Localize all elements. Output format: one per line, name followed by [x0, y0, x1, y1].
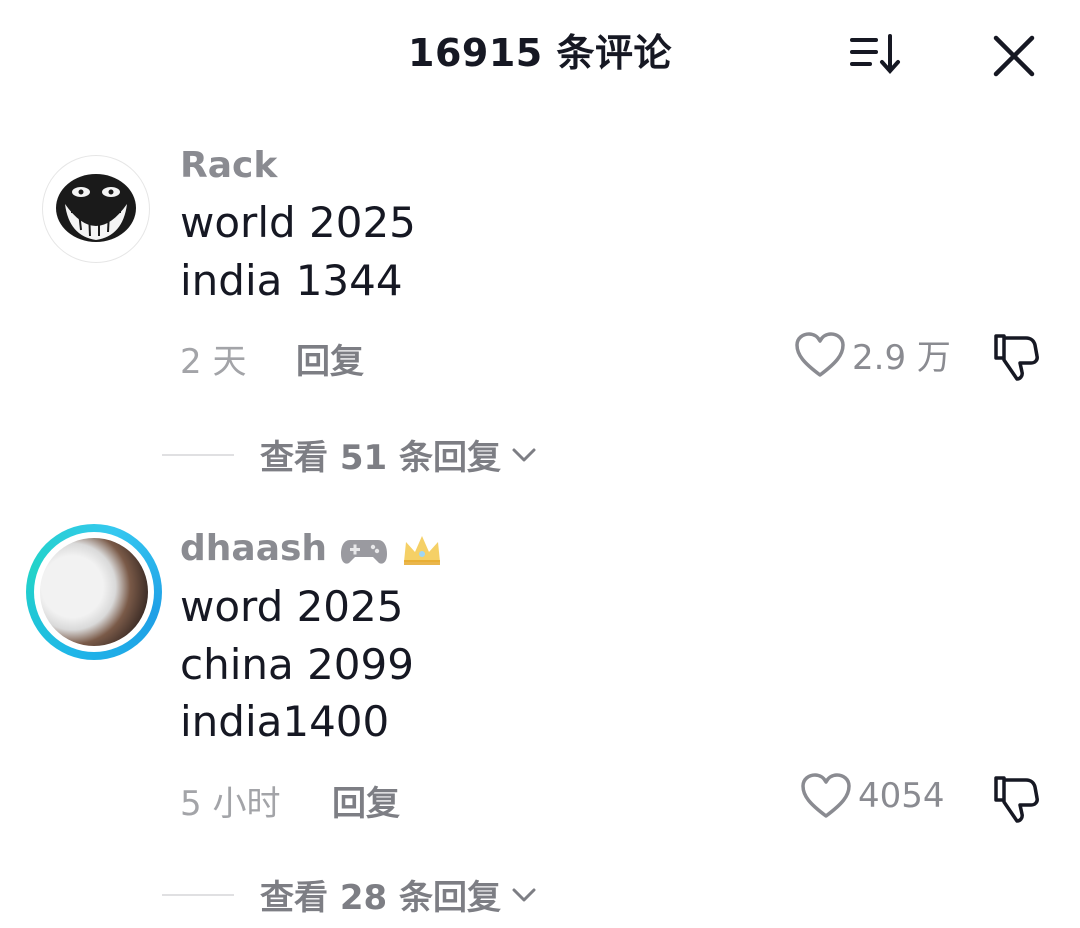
thumbs-down-icon — [994, 776, 1039, 823]
thumbs-down-icon — [994, 334, 1039, 381]
view-replies-label: 查看 28 条回复 — [260, 878, 501, 918]
comment-timestamp: 2 天 — [180, 342, 247, 382]
comment-text-line: word 2025 — [180, 582, 404, 631]
user-avatar[interactable] — [26, 524, 162, 660]
reply-button[interactable]: 回复 — [332, 776, 400, 825]
view-replies-button[interactable]: 查看 51 条回复 — [162, 430, 537, 479]
comment-text-line: india 1344 — [180, 256, 403, 305]
like-count: 2.9 万 — [852, 338, 951, 378]
like-button[interactable]: 4054 — [800, 772, 945, 820]
dislike-button[interactable] — [990, 772, 1042, 828]
comments-panel: 16915 条评论 Rack world 2025 india 1344 2 天… — [0, 0, 1080, 928]
avatar-ring-gap — [34, 532, 154, 652]
heart-icon — [795, 331, 845, 377]
gamepad-emoji-icon — [340, 540, 387, 564]
photo-avatar — [40, 538, 148, 646]
comment-text-line: china 2099 — [180, 640, 414, 689]
comment-username[interactable]: Rack — [180, 145, 277, 186]
chevron-down-icon — [512, 448, 536, 461]
comment-username-text: dhaash — [180, 528, 328, 569]
divider-line — [162, 893, 234, 896]
sort-button[interactable] — [846, 30, 906, 80]
comment-text-line: world 2025 — [180, 198, 416, 247]
chevron-down-icon — [512, 888, 536, 901]
divider-line — [162, 453, 234, 456]
view-replies-button[interactable]: 查看 28 条回复 — [162, 870, 537, 919]
crown-emoji-icon — [404, 536, 441, 565]
sort-icon — [850, 34, 900, 75]
comment-text-line: india1400 — [180, 697, 390, 746]
heart-icon — [801, 773, 851, 818]
troll-face-avatar-icon — [56, 174, 136, 242]
reply-button[interactable]: 回复 — [296, 334, 364, 383]
like-count: 4054 — [858, 776, 945, 816]
view-replies-label: 查看 51 条回复 — [260, 438, 501, 478]
user-avatar[interactable] — [42, 155, 150, 263]
comment-timestamp: 5 小时 — [180, 784, 281, 824]
comment-count-title: 16915 条评论 — [408, 31, 672, 75]
dislike-button[interactable] — [990, 330, 1042, 386]
close-icon — [993, 35, 1035, 77]
close-button[interactable] — [988, 30, 1040, 82]
like-button[interactable]: 2.9 万 — [794, 330, 951, 379]
comment-username[interactable]: dhaash — [180, 528, 444, 569]
